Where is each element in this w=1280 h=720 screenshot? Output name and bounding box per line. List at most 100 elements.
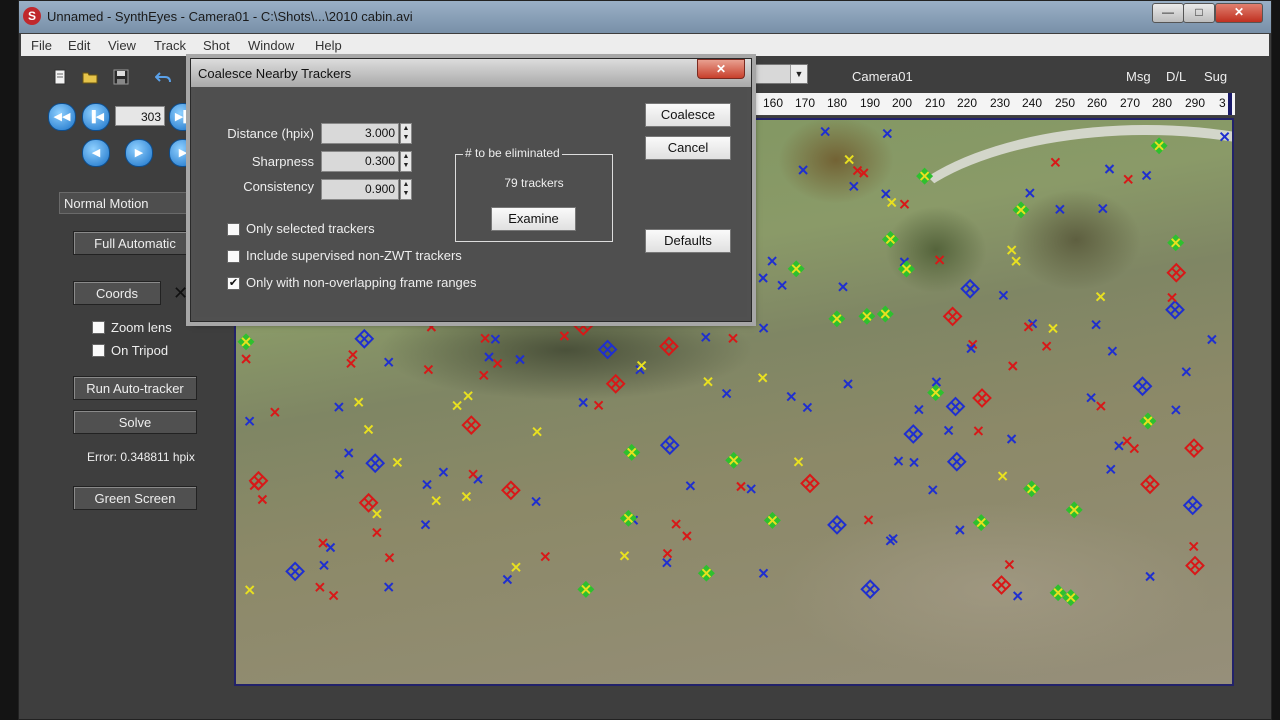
tracker-marker-yellow[interactable] xyxy=(1095,291,1106,302)
tracker-marker-green[interactable] xyxy=(881,230,899,248)
tracker-marker-red[interactable] xyxy=(540,551,551,562)
tracker-marker-blue[interactable] xyxy=(1106,464,1116,475)
tracker-marker-blue[interactable] xyxy=(802,402,813,413)
tracker-marker-red[interactable] xyxy=(682,531,692,541)
tracker-marker-blue[interactable] xyxy=(758,273,768,283)
tracker-marker-yellow[interactable] xyxy=(703,376,713,387)
tracker-marker-red[interactable] xyxy=(1041,341,1052,351)
tracker-marker-yellow[interactable] xyxy=(463,391,473,401)
tracker-marker-red[interactable] xyxy=(241,354,251,364)
tracker-marker-green[interactable] xyxy=(1167,234,1185,252)
tracker-marker-green[interactable] xyxy=(577,580,595,598)
tracker-marker-red[interactable] xyxy=(423,364,434,375)
tracker-marker-blue[interactable] xyxy=(998,290,1009,301)
zoom-lens-checkbox[interactable] xyxy=(92,321,105,334)
tracker-marker-blue[interactable] xyxy=(758,323,769,333)
tracker-marker-red[interactable] xyxy=(1004,559,1015,570)
tracker-marker-red-box[interactable] xyxy=(1166,262,1187,283)
dl-button[interactable]: D/L xyxy=(1166,69,1186,84)
tracker-marker-red[interactable] xyxy=(318,538,328,548)
tracker-marker-blue-box[interactable] xyxy=(960,278,980,299)
tracker-marker-blue[interactable] xyxy=(885,536,896,546)
sug-button[interactable]: Sug xyxy=(1204,69,1227,84)
tracker-marker-red[interactable] xyxy=(1050,157,1061,168)
tracker-marker-blue-box[interactable] xyxy=(1165,299,1185,320)
timeline-playhead[interactable] xyxy=(1228,93,1232,115)
tracker-marker-blue-box[interactable] xyxy=(365,453,386,474)
tracker-marker-blue-box[interactable] xyxy=(1182,495,1203,516)
tracker-marker-blue[interactable] xyxy=(849,181,859,192)
tracker-marker-blue[interactable] xyxy=(746,484,756,494)
tracker-marker-blue[interactable] xyxy=(1055,204,1065,215)
tracker-marker-blue[interactable] xyxy=(1219,131,1230,142)
tracker-marker-blue[interactable] xyxy=(1141,170,1152,181)
tracker-marker-blue[interactable] xyxy=(893,456,904,466)
rewind-start-button[interactable]: ◀◀ xyxy=(48,103,76,131)
tracker-marker-red[interactable] xyxy=(468,469,478,479)
tracker-marker-red[interactable] xyxy=(492,358,503,369)
undo-icon[interactable] xyxy=(154,69,171,85)
tracker-marker-yellow[interactable] xyxy=(392,457,403,468)
tracker-marker-blue[interactable] xyxy=(1171,405,1181,415)
tracker-marker-yellow[interactable] xyxy=(1006,245,1017,255)
tracker-marker-blue[interactable] xyxy=(502,574,513,585)
motion-mode-select[interactable]: Normal Motion xyxy=(59,192,193,214)
tracker-marker-blue[interactable] xyxy=(685,481,696,491)
solve-button[interactable]: Solve xyxy=(73,410,197,434)
tracker-marker-blue[interactable] xyxy=(1098,203,1108,214)
tracker-marker-yellow[interactable] xyxy=(844,154,854,165)
tracker-marker-blue[interactable] xyxy=(343,448,354,458)
tracker-marker-red[interactable] xyxy=(372,527,382,538)
tracker-marker-red[interactable] xyxy=(671,519,681,529)
maximize-button[interactable]: □ xyxy=(1183,3,1215,23)
tracker-marker-red[interactable] xyxy=(593,400,604,411)
tracker-marker-blue[interactable] xyxy=(1181,367,1192,377)
play-button[interactable]: ▶ xyxy=(125,139,153,167)
tracker-marker-blue-box[interactable] xyxy=(354,328,375,349)
tracker-marker-red[interactable] xyxy=(1122,436,1132,446)
tracker-marker-blue[interactable] xyxy=(1091,319,1101,330)
consistency-input[interactable]: 0.900 xyxy=(321,179,399,200)
tracker-marker-blue[interactable] xyxy=(909,457,919,468)
tracker-marker-blue[interactable] xyxy=(1104,164,1115,174)
tracker-marker-blue-box[interactable] xyxy=(597,339,618,360)
tracker-marker-blue[interactable] xyxy=(244,416,255,426)
tracker-marker-yellow[interactable] xyxy=(757,373,768,383)
tracker-marker-yellow[interactable] xyxy=(886,197,897,208)
tracker-marker-yellow[interactable] xyxy=(997,471,1008,481)
step-back-key-button[interactable]: ▐◀ xyxy=(82,103,110,131)
title-bar[interactable]: S Unnamed - SynthEyes - Camera01 - C:\Sh… xyxy=(19,1,1271,33)
tracker-marker-red[interactable] xyxy=(559,331,570,341)
menu-edit[interactable]: Edit xyxy=(68,38,90,53)
tracker-marker-blue[interactable] xyxy=(1006,434,1017,444)
tracker-marker-blue[interactable] xyxy=(1012,591,1023,601)
tracker-marker-red[interactable] xyxy=(426,322,437,332)
tracker-marker-yellow[interactable] xyxy=(532,426,542,437)
tracker-marker-red-box[interactable] xyxy=(991,575,1012,595)
tracker-marker-red-box[interactable] xyxy=(1140,474,1160,495)
tracker-marker-blue[interactable] xyxy=(786,391,797,402)
include-supervised-checkbox[interactable] xyxy=(227,250,240,263)
open-folder-icon[interactable] xyxy=(82,69,98,85)
tracker-marker-blue[interactable] xyxy=(531,496,541,507)
examine-button[interactable]: Examine xyxy=(491,207,576,231)
tracker-marker-green[interactable] xyxy=(725,451,743,469)
tracker-marker-blue[interactable] xyxy=(928,485,938,495)
tracker-marker-red-box[interactable] xyxy=(461,415,482,435)
sharpness-spinner[interactable]: 0.300 ▲ ▼ xyxy=(321,151,413,172)
tracker-marker-red[interactable] xyxy=(1023,322,1034,332)
tracker-marker-red[interactable] xyxy=(315,582,325,592)
tracker-marker-blue[interactable] xyxy=(767,256,777,266)
distance-input[interactable]: 3.000 xyxy=(321,123,399,144)
tracker-marker-red[interactable] xyxy=(1123,174,1133,185)
tracker-marker-yellow[interactable] xyxy=(461,491,472,502)
tracker-marker-blue[interactable] xyxy=(777,280,787,291)
tracker-marker-green[interactable] xyxy=(763,511,781,529)
tracker-marker-blue[interactable] xyxy=(881,189,891,199)
frame-number-field[interactable]: 303 xyxy=(115,106,165,126)
tracker-marker-red-box[interactable] xyxy=(358,492,379,513)
menu-view[interactable]: View xyxy=(108,38,136,53)
tracker-marker-blue[interactable] xyxy=(882,128,893,139)
tracker-marker-blue[interactable] xyxy=(721,388,732,399)
tracker-marker-red-box[interactable] xyxy=(659,336,679,357)
